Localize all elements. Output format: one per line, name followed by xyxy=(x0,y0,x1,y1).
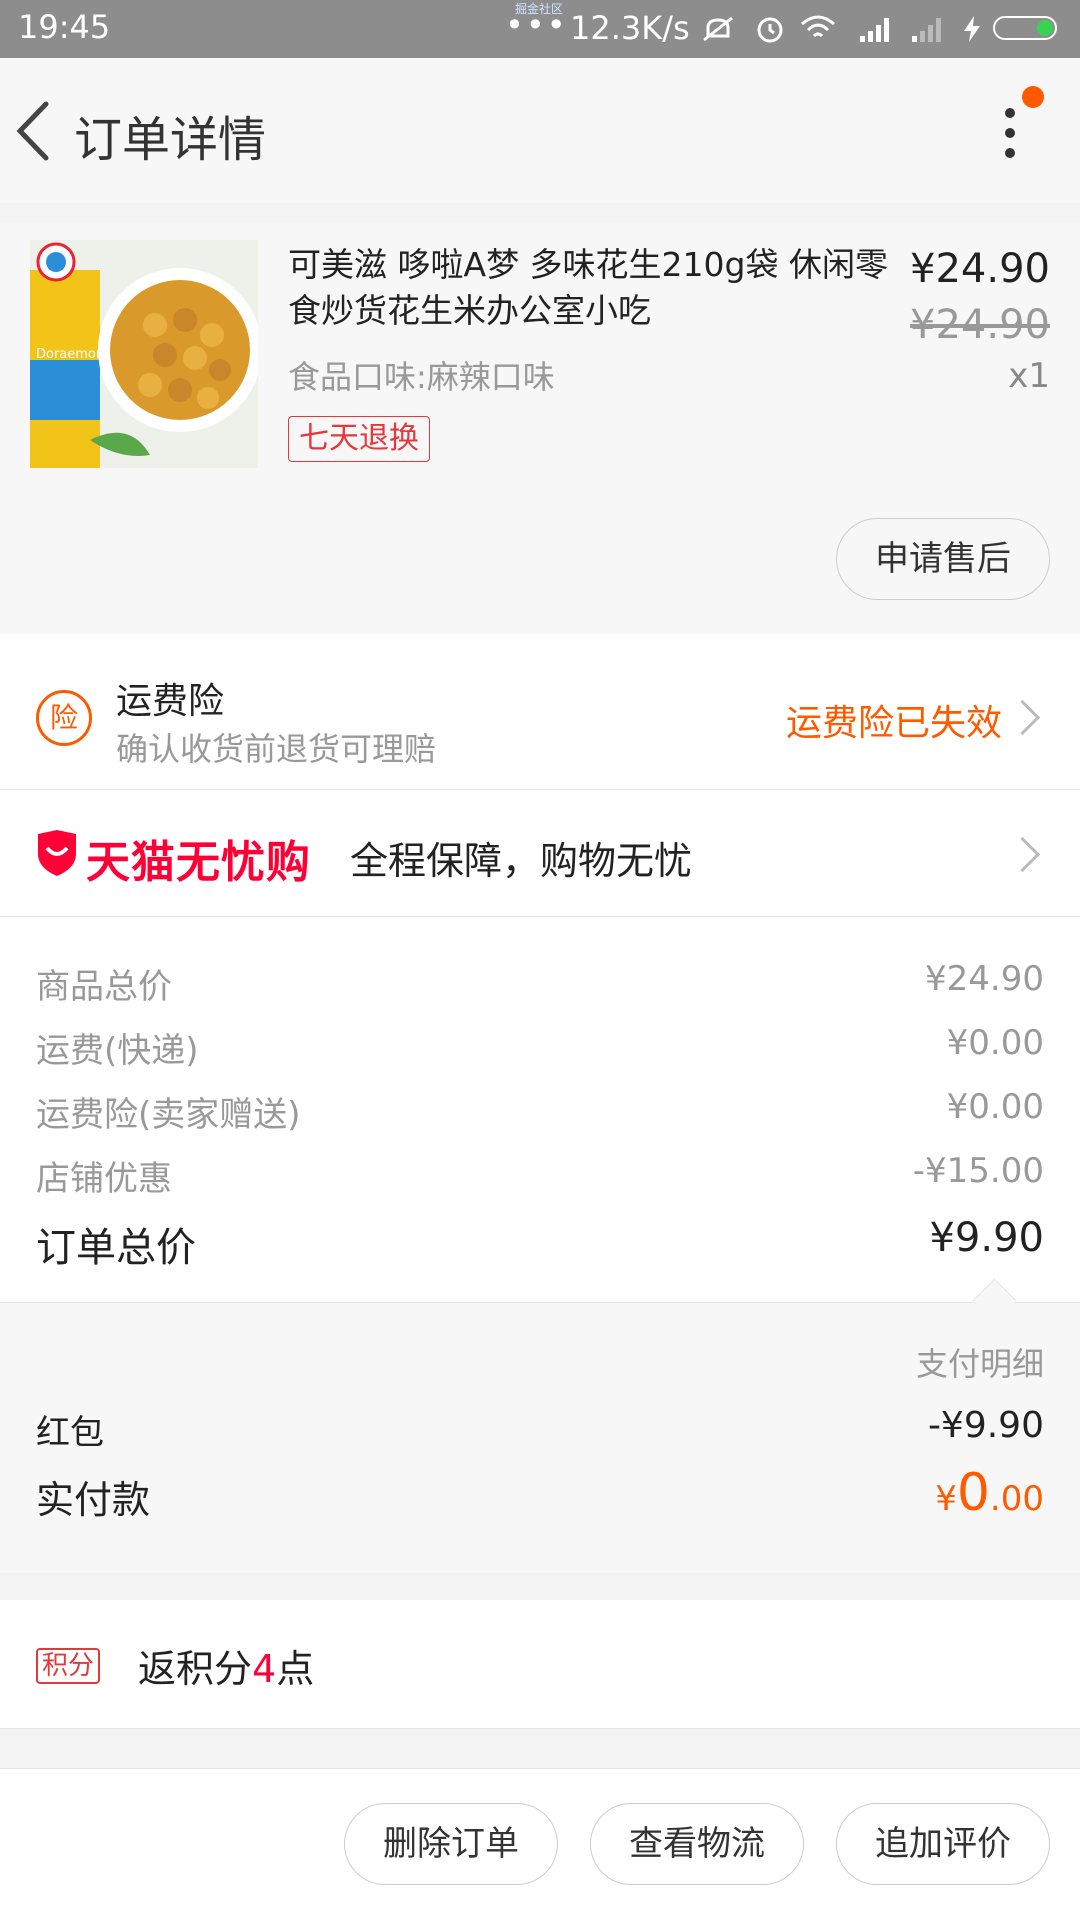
paid-label: 实付款 xyxy=(36,1478,151,1522)
signal-icon xyxy=(860,18,889,42)
product-thumbnail[interactable]: Doraemon xyxy=(30,240,258,468)
summary-value: ¥0.00 xyxy=(946,1087,1044,1127)
summary-row: 店铺优惠 -¥15.00 xyxy=(36,1151,1044,1201)
summary-label: 店铺优惠 xyxy=(36,1159,172,1199)
summary-label: 运费(快递) xyxy=(36,1031,199,1071)
red-packet-value: -¥9.90 xyxy=(927,1405,1044,1446)
points-text: 返积分4点 xyxy=(138,1638,314,1693)
points-prefix: 返积分 xyxy=(138,1647,253,1691)
summary-row: 商品总价 ¥24.90 xyxy=(36,959,1044,1009)
product-title[interactable]: 可美滋 哆啦A梦 多味花生210g袋 休闲零食炒货花生米办公室小吃 xyxy=(288,242,888,334)
order-total-row: 订单总价 ¥9.90 xyxy=(36,1215,1044,1271)
page-title: 订单详情 xyxy=(74,112,267,168)
network-speed: 12.3K/s xyxy=(570,9,690,47)
paid-currency: ¥ xyxy=(935,1479,957,1519)
back-arrow-icon[interactable] xyxy=(10,96,60,166)
more-menu-icon[interactable] xyxy=(992,98,1028,198)
wifi-icon xyxy=(801,15,835,38)
freight-insurance-subtitle: 确认收货前退货可理赔 xyxy=(116,730,437,768)
chevron-right-icon xyxy=(1004,699,1041,736)
payment-detail: 支付明细 红包 -¥9.90 实付款 ¥0.00 xyxy=(0,1278,1080,1573)
price-summary: 商品总价 ¥24.90 运费(快递) ¥0.00 运费险(卖家赠送) ¥0.00… xyxy=(0,917,1080,1302)
peanut-package-image: Doraemon xyxy=(30,240,258,468)
product-card[interactable]: Doraemon 可美滋 哆啦A梦 多味花生210g袋 休闲零食炒货花生米办公室… xyxy=(0,222,1080,634)
worry-free-slogan: 全程保障，购物无忧 xyxy=(350,839,693,883)
summary-row: 运费险(卖家赠送) ¥0.00 xyxy=(36,1087,1044,1137)
paid-amount: ¥0.00 xyxy=(935,1463,1044,1523)
order-total-label: 订单总价 xyxy=(36,1225,196,1271)
red-packet-label: 红包 xyxy=(36,1413,104,1453)
freight-insurance-status: 运费险已失效 xyxy=(785,703,1002,744)
return-policy-tag: 七天退换 xyxy=(288,416,430,462)
bottom-action-bar: 删除订单 查看物流 追加评价 xyxy=(0,1768,1080,1921)
product-price: ¥24.90 xyxy=(910,246,1050,292)
paid-decimal: .00 xyxy=(989,1479,1044,1519)
charging-icon xyxy=(964,16,980,42)
freight-insurance-row[interactable]: 险 运费险 确认收货前退货可理赔 运费险已失效 xyxy=(0,634,1080,790)
points-suffix: 点 xyxy=(276,1647,315,1691)
status-time: 19:45 xyxy=(18,8,111,46)
points-count: 4 xyxy=(252,1647,277,1691)
summary-value: ¥0.00 xyxy=(946,1023,1044,1063)
points-row: 积分 返积分4点 xyxy=(0,1600,1080,1729)
points-badge: 积分 xyxy=(36,1648,101,1684)
add-review-button[interactable]: 追加评价 xyxy=(836,1803,1050,1885)
summary-label: 运费险(卖家赠送) xyxy=(36,1095,301,1135)
after-sale-button[interactable]: 申请售后 xyxy=(836,518,1050,600)
product-quantity: x1 xyxy=(1008,356,1050,396)
freight-insurance-title: 运费险 xyxy=(116,681,225,722)
paid-integer: 0 xyxy=(956,1463,990,1523)
mute-icon xyxy=(703,16,733,42)
summary-value: -¥15.00 xyxy=(912,1151,1044,1191)
status-bar: 19:45 掘金社区 ••• 12.3K/s xyxy=(0,0,1080,58)
tmall-shield-icon xyxy=(38,830,76,876)
notification-dots: ••• xyxy=(505,6,568,44)
thumb-brand-text: Doraemon xyxy=(36,347,104,362)
chevron-right-icon xyxy=(1004,836,1041,873)
insurance-icon: 险 xyxy=(36,690,92,746)
signal-icon-2 xyxy=(912,18,941,42)
product-spec: 食品口味:麻辣口味 xyxy=(288,358,555,396)
alarm-icon xyxy=(757,17,783,43)
payment-detail-heading: 支付明细 xyxy=(915,1345,1044,1383)
summary-value: ¥24.90 xyxy=(925,959,1044,999)
product-original-price: ¥24.90 xyxy=(910,302,1050,348)
summary-row: 运费(快递) ¥0.00 xyxy=(36,1023,1044,1073)
summary-label: 商品总价 xyxy=(36,967,172,1007)
order-total-value: ¥9.90 xyxy=(929,1215,1044,1261)
delete-order-button[interactable]: 删除订单 xyxy=(344,1803,558,1885)
notification-badge xyxy=(1022,86,1044,108)
view-logistics-button[interactable]: 查看物流 xyxy=(590,1803,804,1885)
worry-free-brand: 天猫无忧购 xyxy=(86,837,311,888)
tmall-worry-free-row[interactable]: 天猫无忧购 全程保障，购物无忧 xyxy=(0,790,1080,917)
battery-icon xyxy=(993,16,1057,40)
top-nav-bar: 订单详情 xyxy=(0,58,1080,203)
